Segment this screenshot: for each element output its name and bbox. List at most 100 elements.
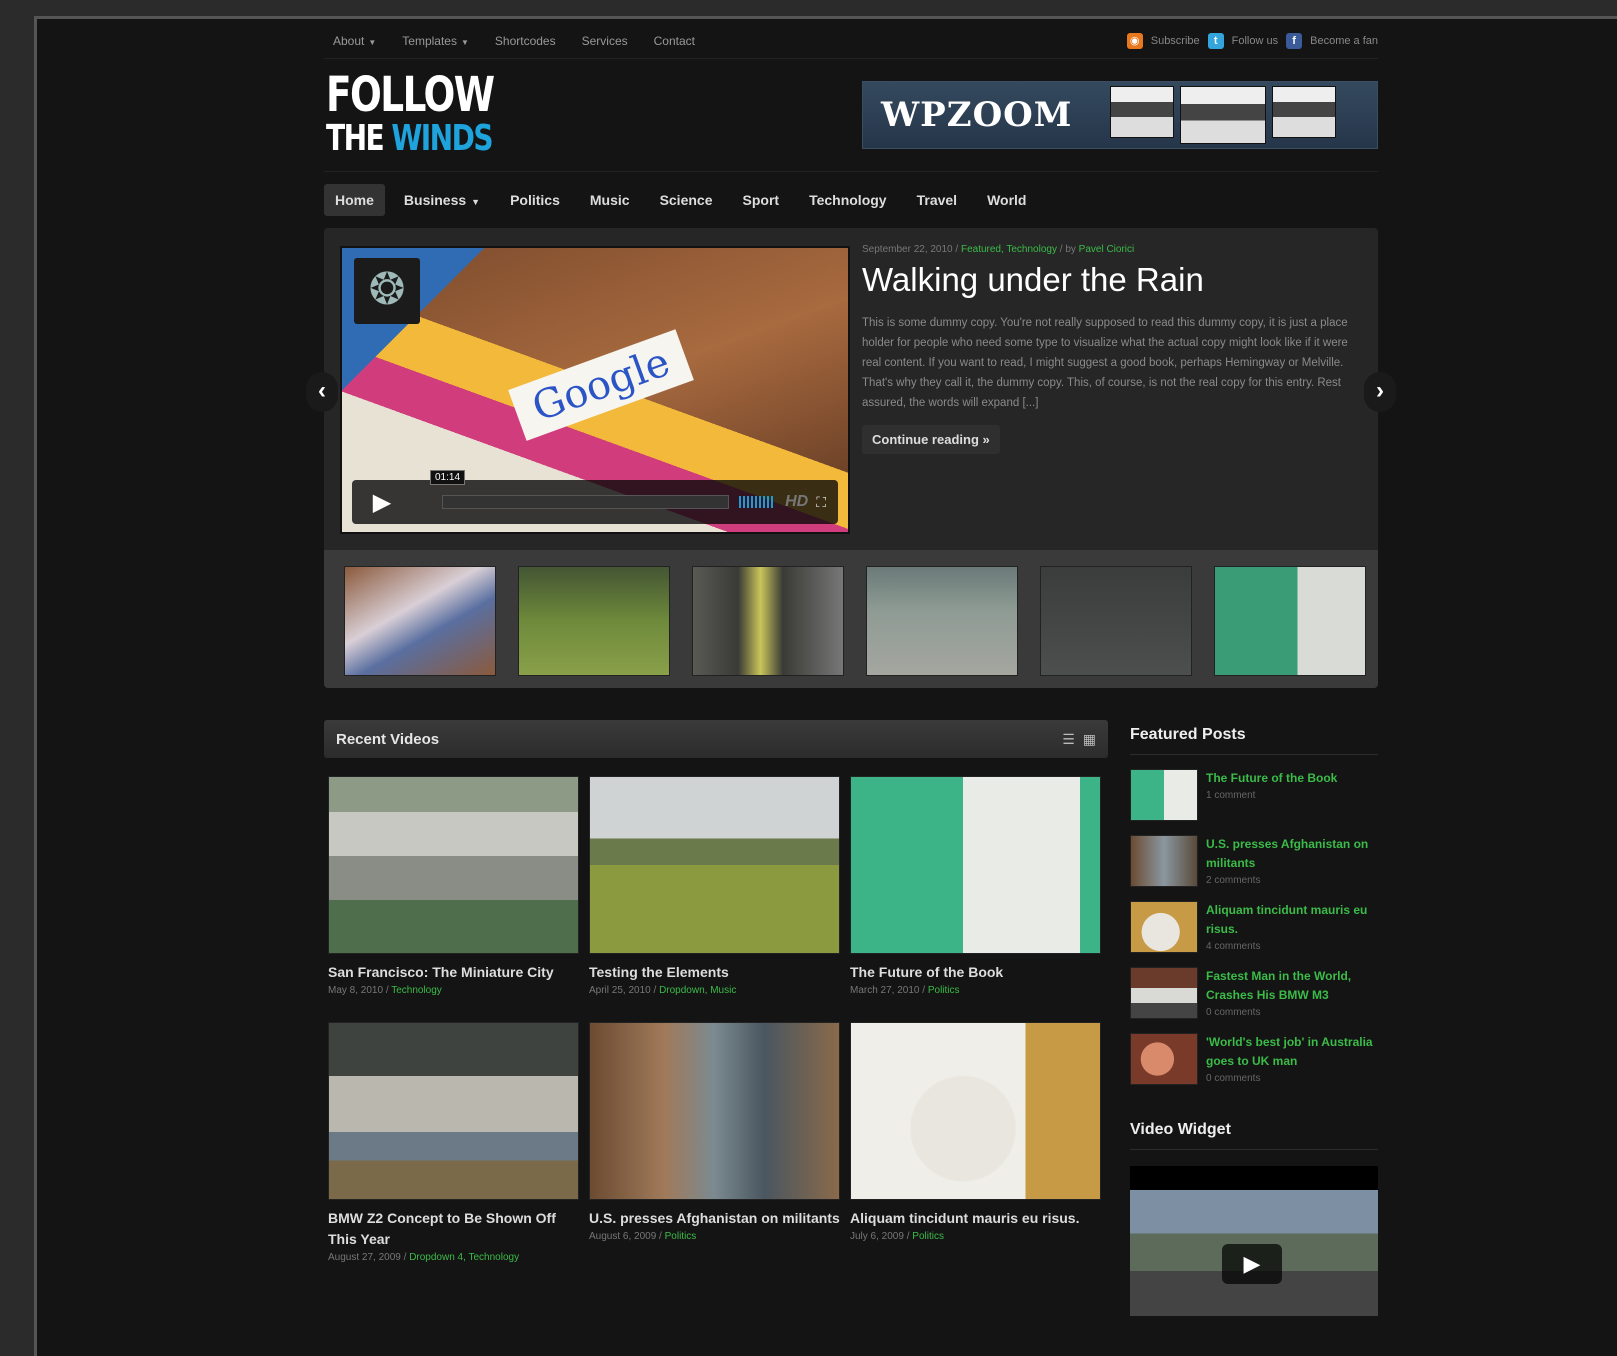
video-thumbnail[interactable] xyxy=(589,1022,840,1200)
video-date: August 6, 2009 xyxy=(589,1231,657,1242)
slide-excerpt: This is some dummy copy. You're not real… xyxy=(862,317,1348,409)
nav-sport[interactable]: Sport xyxy=(732,184,791,216)
featured-post-comments[interactable]: 0 comments xyxy=(1206,1007,1378,1018)
subscribe-link[interactable]: Subscribe xyxy=(1151,35,1200,47)
logo-word-the: THE xyxy=(326,118,385,159)
video-categories[interactable]: Politics xyxy=(928,985,960,996)
featured-post-title[interactable]: Aliquam tincidunt mauris eu risus. xyxy=(1206,901,1378,939)
slider-thumb[interactable] xyxy=(344,566,496,676)
caret-down-icon: ▼ xyxy=(368,38,377,47)
video-date: August 27, 2009 xyxy=(328,1252,401,1263)
video-thumbnail[interactable] xyxy=(328,776,579,954)
featured-post: Aliquam tincidunt mauris eu risus. 4 comm… xyxy=(1130,901,1378,953)
nav-world[interactable]: World xyxy=(976,184,1037,216)
fan-link[interactable]: Become a fan xyxy=(1310,35,1378,47)
video-grid: San Francisco: The Miniature City May 8,… xyxy=(324,758,1108,1263)
video-thumbnail[interactable] xyxy=(850,776,1101,954)
video-meta: August 6, 2009 / Politics xyxy=(589,1231,697,1242)
slider-thumb[interactable] xyxy=(866,566,1018,676)
featured-post-image[interactable] xyxy=(1130,769,1198,821)
play-icon[interactable]: ▶ xyxy=(1222,1244,1282,1284)
featured-post-comments[interactable]: 4 comments xyxy=(1206,941,1378,952)
video-categories[interactable]: Dropdown, Music xyxy=(659,985,736,996)
slide-author[interactable]: Pavel Ciorici xyxy=(1079,244,1135,255)
twitter-icon[interactable]: t xyxy=(1207,33,1224,49)
featured-post-title[interactable]: U.S. presses Afghanistan on militants xyxy=(1206,835,1378,873)
video-progress-bar[interactable] xyxy=(442,495,730,509)
slider-thumb[interactable] xyxy=(1040,566,1192,676)
ad-banner[interactable]: WPZOOM xyxy=(862,81,1378,149)
nav-technology[interactable]: Technology xyxy=(798,184,898,216)
featured-post-image[interactable] xyxy=(1130,901,1198,953)
nav-home[interactable]: Home xyxy=(324,184,385,216)
fullscreen-icon[interactable]: ⛶ xyxy=(816,494,826,511)
rss-icon[interactable]: ◉ xyxy=(1126,33,1143,49)
play-icon[interactable]: ▶ xyxy=(352,488,412,517)
featured-post-image[interactable] xyxy=(1130,835,1198,887)
video-categories[interactable]: Dropdown 4, Technology xyxy=(409,1252,519,1263)
video-title[interactable]: San Francisco: The Miniature City xyxy=(328,962,579,983)
social-links: ◉ Subscribe t Follow us f Become a fan xyxy=(1126,33,1378,49)
video-categories[interactable]: Technology xyxy=(391,985,442,996)
continue-reading-button[interactable]: Continue reading » xyxy=(862,425,1000,454)
slider-thumb[interactable] xyxy=(692,566,844,676)
nav-politics[interactable]: Politics xyxy=(499,184,571,216)
video-card: San Francisco: The Miniature City May 8,… xyxy=(328,776,579,996)
featured-post-comments[interactable]: 0 comments xyxy=(1206,1073,1378,1084)
video-title[interactable]: Aliquam tincidunt mauris eu risus. xyxy=(850,1208,1101,1229)
video-card: U.S. presses Afghanistan on militants Au… xyxy=(589,1022,840,1263)
featured-post-title[interactable]: Fastest Man in the World, Crashes His BM… xyxy=(1206,967,1378,1005)
slider-thumb[interactable] xyxy=(518,566,670,676)
nav-travel[interactable]: Travel xyxy=(906,184,968,216)
video-widget-player[interactable]: ▶ xyxy=(1130,1166,1378,1316)
facebook-icon[interactable]: f xyxy=(1286,33,1303,49)
follow-link[interactable]: Follow us xyxy=(1232,35,1278,47)
chevron-right-icon[interactable]: › xyxy=(1364,372,1396,412)
nav-music[interactable]: Music xyxy=(579,184,641,216)
topnav-shortcodes[interactable]: Shortcodes xyxy=(495,34,556,48)
video-title[interactable]: The Future of the Book xyxy=(850,962,1101,983)
video-meta: April 25, 2010 / Dropdown, Music xyxy=(589,985,737,996)
topnav-services[interactable]: Services xyxy=(582,34,628,48)
slide-categories[interactable]: Featured, Technology xyxy=(961,244,1057,255)
caret-down-icon: ▼ xyxy=(471,197,481,207)
nav-science[interactable]: Science xyxy=(649,184,724,216)
video-meta: May 8, 2010 / Technology xyxy=(328,985,442,996)
chevron-left-icon[interactable]: ‹ xyxy=(306,372,338,412)
featured-post-comments[interactable]: 1 comment xyxy=(1206,790,1337,801)
video-thumbnail[interactable] xyxy=(328,1022,579,1200)
slide-video[interactable]: ❂ Google ▶ 01:14 HD ⛶ xyxy=(340,246,850,534)
topnav-about[interactable]: About ▼ xyxy=(333,34,376,48)
topnav-contact[interactable]: Contact xyxy=(654,34,695,48)
slide-title[interactable]: Walking under the Rain xyxy=(862,261,1352,299)
featured-post-image[interactable] xyxy=(1130,1033,1198,1085)
list-view-icon[interactable]: ☰ xyxy=(1062,731,1075,748)
top-bar: About ▼ Templates ▼ Shortcodes Services Co… xyxy=(324,24,1378,59)
nav-business[interactable]: Business ▼ xyxy=(393,184,491,216)
video-thumbnail[interactable] xyxy=(589,776,840,954)
featured-post-comments[interactable]: 2 comments xyxy=(1206,875,1378,886)
featured-post: U.S. presses Afghanistan on militants 2 c… xyxy=(1130,835,1378,887)
hd-icon[interactable]: HD xyxy=(785,493,808,511)
featured-post-image[interactable] xyxy=(1130,967,1198,1019)
grid-view-icon[interactable]: ▦ xyxy=(1083,731,1096,748)
video-meta: July 6, 2009 / Politics xyxy=(850,1231,944,1242)
volume-icon[interactable] xyxy=(739,496,776,508)
banner-screenshots xyxy=(1110,86,1337,144)
slide-meta: September 22, 2010 / Featured, Technolog… xyxy=(862,244,1135,255)
video-date: July 6, 2009 xyxy=(850,1231,904,1242)
video-thumbnail[interactable] xyxy=(850,1022,1101,1200)
video-categories[interactable]: Politics xyxy=(665,1231,697,1242)
logo-line-1: FOLLOW xyxy=(326,67,495,123)
topnav-about-label: About xyxy=(333,34,365,48)
featured-post-title[interactable]: 'World's best job' in Australia goes to … xyxy=(1206,1033,1378,1071)
featured-post: Fastest Man in the World, Crashes His BM… xyxy=(1130,967,1378,1019)
featured-post-title[interactable]: The Future of the Book xyxy=(1206,769,1337,788)
topnav-templates[interactable]: Templates ▼ xyxy=(402,34,469,48)
video-categories[interactable]: Politics xyxy=(912,1231,944,1242)
video-title[interactable]: Testing the Elements xyxy=(589,962,840,983)
video-title[interactable]: BMW Z2 Concept to Be Shown Off This Year xyxy=(328,1208,579,1250)
video-title[interactable]: U.S. presses Afghanistan on militants xyxy=(589,1208,840,1229)
site-logo[interactable]: FOLLOW THE WINDS xyxy=(326,67,495,159)
slider-thumb[interactable] xyxy=(1214,566,1366,676)
